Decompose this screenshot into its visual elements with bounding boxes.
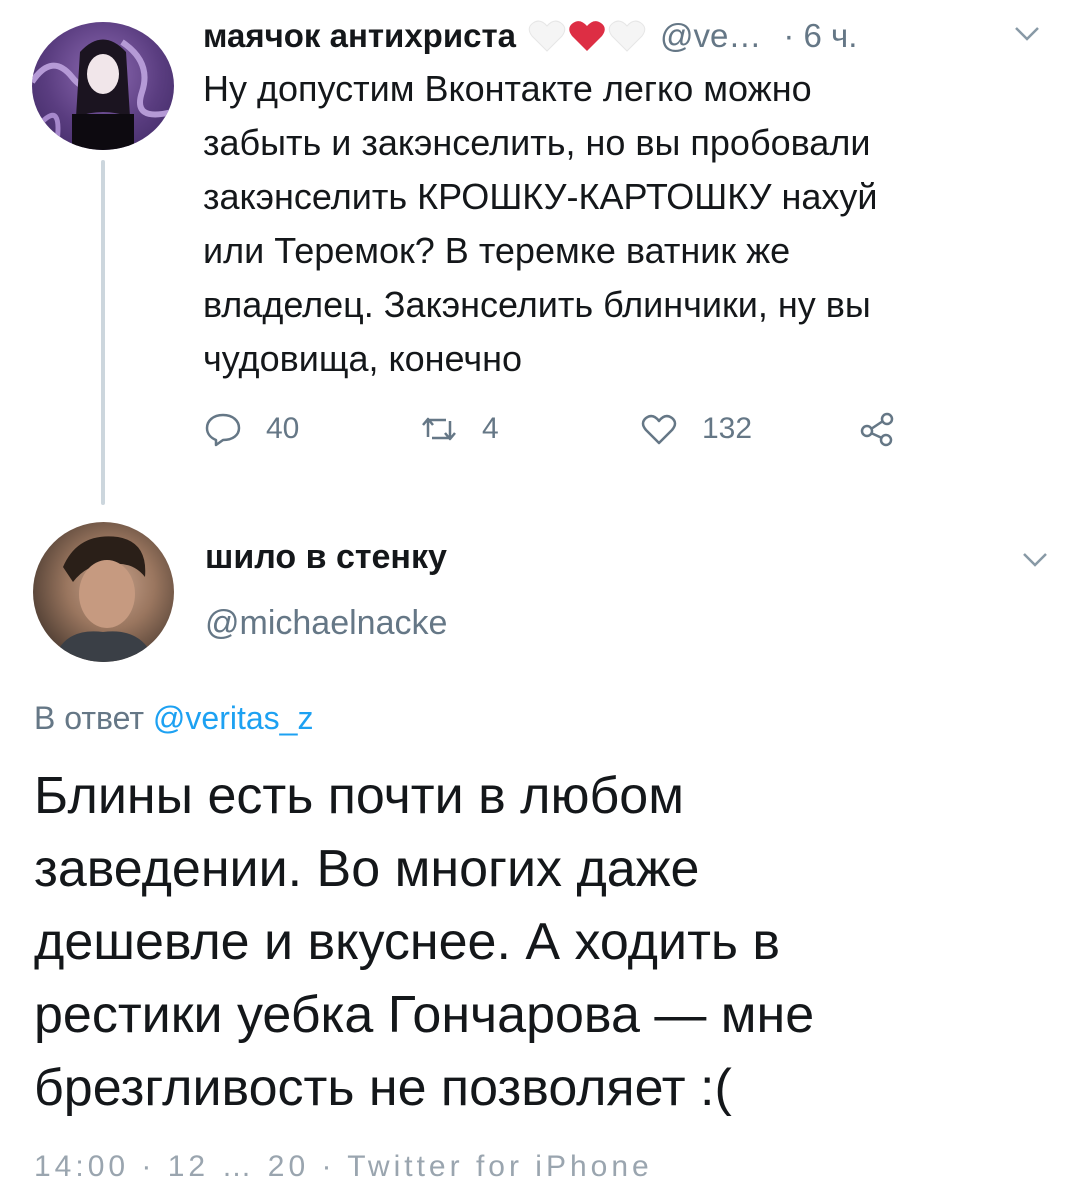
like-button[interactable]: 132 [640,410,752,448]
parent-header: маячок антихриста @ve… · 6 ч. [203,14,857,58]
reply-icon [205,413,241,447]
like-icon [641,414,677,445]
parent-tweet-text: Ну допустим Вконтакте легко можно забыть… [203,68,878,379]
parent-avatar[interactable] [32,22,174,150]
parent-timestamp[interactable]: · 6 ч. [783,17,857,55]
reply-button[interactable]: 40 [204,410,299,448]
name-emoji-group [528,19,646,53]
in-reply-mention-link[interactable]: @veritas_z [153,700,314,736]
share-button[interactable] [858,410,896,448]
chevron-down-icon[interactable] [1014,26,1040,42]
like-count: 132 [702,412,753,445]
chevron-down-icon[interactable] [1022,552,1048,568]
parent-avatar-art [32,39,173,150]
share-icon [860,412,894,447]
retweet-button[interactable]: 4 [420,410,499,448]
white-heart-icon [608,20,646,52]
parent-handle[interactable]: @ve… [660,17,761,55]
reply-display-name[interactable]: шило в стенку [205,538,447,577]
reply-tweet-text: Блины есть почти в любом заведении. Во м… [34,767,815,1117]
white-heart-icon [528,20,566,52]
thread-line [101,160,105,505]
parent-display-name[interactable]: маячок антихриста [203,17,516,55]
tweet-footer-meta: 14:00 · 12 … 20 · Twitter for iPhone [34,1150,653,1183]
parent-action-bar: 40 4 132 [204,410,924,462]
reply-handle[interactable]: @michaelnacke [205,604,447,643]
reply-avatar-art [53,536,155,662]
retweet-count: 4 [482,412,499,445]
in-reply-to: В ответ @veritas_z [34,700,313,737]
reply-avatar[interactable] [33,522,174,662]
reply-count: 40 [266,412,300,445]
in-reply-prefix: В ответ [34,700,153,736]
red-heart-icon [569,21,605,51]
retweet-icon [422,417,456,441]
